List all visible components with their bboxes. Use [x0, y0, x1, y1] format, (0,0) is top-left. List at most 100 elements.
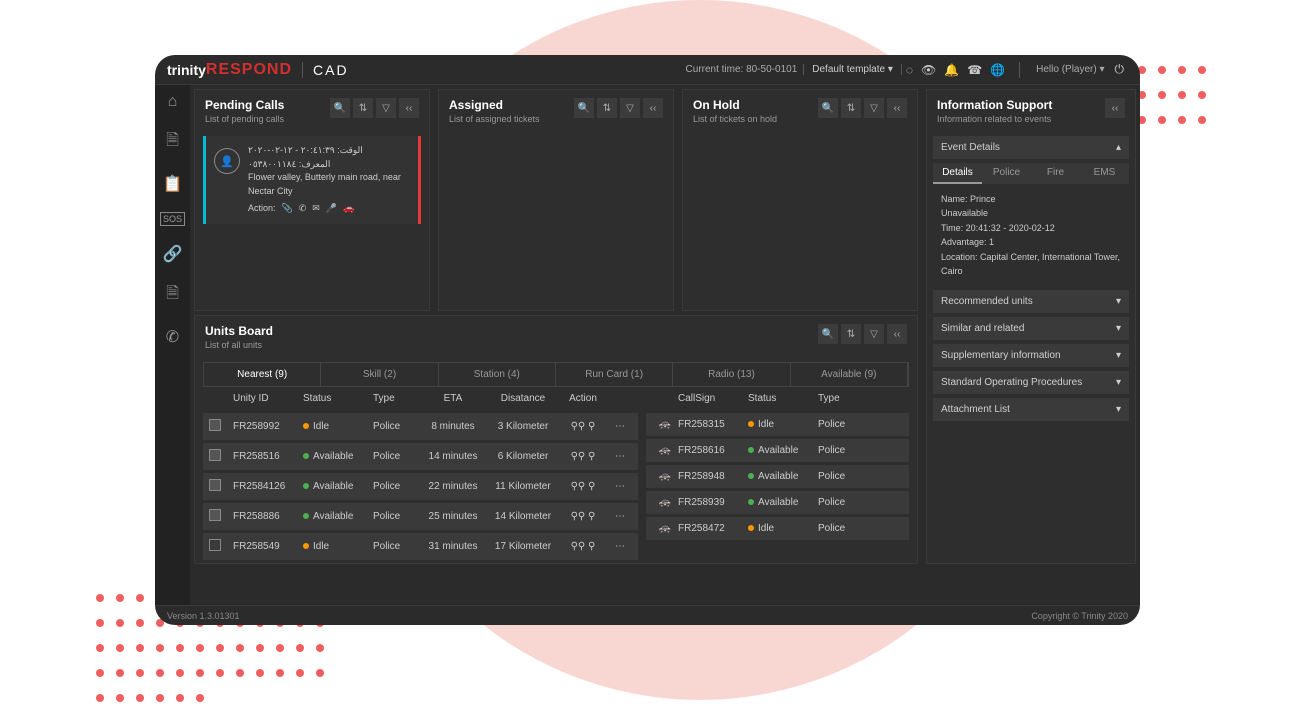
bulb-icon[interactable]: ◌ — [902, 63, 917, 77]
globe-icon[interactable]: 🌐 — [986, 63, 1009, 77]
sort-icon[interactable]: ⇅ — [841, 324, 861, 344]
acc-event[interactable]: Event Details▴ — [933, 136, 1129, 159]
sort-icon[interactable]: ⇅ — [353, 98, 373, 118]
phone-action-icon[interactable]: ✆ — [299, 202, 307, 216]
template-dropdown[interactable]: Default template ▾ — [803, 64, 902, 75]
collapse-icon[interactable]: ‹‹ — [887, 324, 907, 344]
vehicle-icon[interactable]: 🚗 — [343, 202, 354, 216]
sos-icon[interactable]: SOS — [160, 212, 185, 226]
search-icon[interactable]: 🔍 — [330, 98, 350, 118]
units-subtitle: List of all units — [205, 340, 818, 350]
tab-radio[interactable]: Radio (13) — [673, 363, 790, 386]
onhold-subtitle: List of tickets on hold — [693, 114, 818, 124]
tab-available[interactable]: Available (9) — [791, 363, 908, 386]
more-icon[interactable]: ⋯ — [608, 481, 632, 492]
locate-icon[interactable]: ⚲ — [588, 511, 595, 522]
footer: Version 1.3.01301 Copyright © Trinity 20… — [155, 605, 1140, 625]
locate-icon[interactable]: ⚲ — [588, 421, 595, 432]
more-icon[interactable]: ⋯ — [608, 451, 632, 462]
attach-icon[interactable]: 📎 — [282, 202, 293, 216]
checkbox[interactable] — [209, 479, 221, 491]
chevron-down-icon: ▾ — [1116, 404, 1121, 415]
search-icon[interactable]: 🔍 — [818, 324, 838, 344]
route-icon[interactable]: ⚲⚲ — [571, 481, 586, 492]
collapse-icon[interactable]: ‹‹ — [887, 98, 907, 118]
version: Version 1.3.01301 — [167, 611, 240, 621]
filter-icon[interactable]: ▽ — [864, 98, 884, 118]
table-row[interactable]: FR258549 Idle Police 31 minutes 17 Kilom… — [203, 533, 638, 560]
locate-icon[interactable]: ⚲ — [588, 481, 595, 492]
mic-icon[interactable]: 🎤 — [326, 202, 337, 216]
acc-attachment[interactable]: Attachment List▾ — [933, 398, 1129, 421]
sort-icon[interactable]: ⇅ — [841, 98, 861, 118]
filter-icon[interactable]: ▽ — [376, 98, 396, 118]
table-row[interactable]: FR258516 Available Police 14 minutes 6 K… — [203, 443, 638, 470]
info-subtitle: Information related to events — [937, 114, 1105, 124]
tab-police[interactable]: Police — [982, 163, 1031, 184]
phone-icon[interactable]: ☎ — [963, 63, 986, 77]
locate-icon[interactable]: ⚲ — [588, 541, 595, 552]
collapse-icon[interactable]: ‹‹ — [399, 98, 419, 118]
table-row[interactable]: 🚓 FR258315 Idle Police — [646, 413, 909, 436]
current-time: Current time: 80-50-0101 — [680, 64, 804, 75]
tab-nearest[interactable]: Nearest (9) — [204, 363, 321, 386]
info-title: Information Support — [937, 98, 1105, 112]
more-icon[interactable]: ⋯ — [608, 421, 632, 432]
checkbox[interactable] — [209, 419, 221, 431]
route-icon[interactable]: ⚲⚲ — [571, 511, 586, 522]
route-icon[interactable]: ⚲⚲ — [571, 541, 586, 552]
table-row[interactable]: 🚓 FR258472 Idle Police — [646, 517, 909, 540]
doc-export-icon[interactable]: 🗎 — [166, 282, 179, 309]
tab-runcard[interactable]: Run Card (1) — [556, 363, 673, 386]
table-row[interactable]: 🚓 FR258948 Available Police — [646, 465, 909, 488]
assigned-subtitle: List of assigned tickets — [449, 114, 574, 124]
units-tabs: Nearest (9) Skill (2) Station (4) Run Ca… — [203, 362, 909, 387]
table-row[interactable]: FR2584126 Available Police 22 minutes 11… — [203, 473, 638, 500]
tab-details[interactable]: Details — [933, 163, 982, 184]
user-greeting[interactable]: Hello (Player) ▾ — [1030, 64, 1110, 75]
call-card[interactable]: 👤 الوقت: ٢٠:٤١:٣٩ - ١٢-٠٢-٢٠٢٠ المعرف: ٠… — [203, 136, 421, 224]
table-row[interactable]: 🚓 FR258939 Available Police — [646, 491, 909, 514]
vehicle-icon: 🚓 — [652, 445, 678, 456]
collapse-icon[interactable]: ‹‹ — [643, 98, 663, 118]
bell-icon[interactable]: 🔔 — [940, 63, 963, 77]
search-icon[interactable]: 🔍 — [818, 98, 838, 118]
link-icon[interactable]: 🔗 — [163, 244, 183, 264]
checkbox[interactable] — [209, 539, 221, 551]
filter-icon[interactable]: ▽ — [864, 324, 884, 344]
tab-station[interactable]: Station (4) — [439, 363, 556, 386]
eye-icon[interactable]: 👁 — [917, 63, 940, 77]
mail-icon[interactable]: ✉ — [312, 202, 320, 216]
doc-add-icon[interactable]: 🗎 — [166, 129, 179, 156]
acc-supplementary[interactable]: Supplementary information▾ — [933, 344, 1129, 367]
tab-skill[interactable]: Skill (2) — [321, 363, 438, 386]
more-icon[interactable]: ⋯ — [608, 541, 632, 552]
collapse-icon[interactable]: ‹‹ — [1105, 98, 1125, 118]
call-icon[interactable]: ✆ — [166, 327, 179, 347]
clipboard-icon[interactable]: 📋 — [163, 174, 183, 194]
col-status: Status — [303, 393, 373, 404]
units-title: Units Board — [205, 324, 818, 338]
info-panel: Information Support Information related … — [926, 89, 1136, 564]
vehicle-icon: 🚓 — [652, 471, 678, 482]
acc-recommended[interactable]: Recommended units▾ — [933, 290, 1129, 313]
tab-ems[interactable]: EMS — [1080, 163, 1129, 184]
acc-similar[interactable]: Similar and related▾ — [933, 317, 1129, 340]
checkbox[interactable] — [209, 509, 221, 521]
locate-icon[interactable]: ⚲ — [588, 451, 595, 462]
table-row[interactable]: FR258886 Available Police 25 minutes 14 … — [203, 503, 638, 530]
call-address: Flower valley, Butterly main road, near … — [248, 171, 410, 198]
filter-icon[interactable]: ▽ — [620, 98, 640, 118]
table-row[interactable]: FR258992 Idle Police 8 minutes 3 Kilomet… — [203, 413, 638, 440]
table-row[interactable]: 🚓 FR258616 Available Police — [646, 439, 909, 462]
route-icon[interactable]: ⚲⚲ — [571, 421, 586, 432]
checkbox[interactable] — [209, 449, 221, 461]
power-icon[interactable]: ⏻ — [1111, 62, 1129, 77]
home-icon[interactable]: ⌂ — [168, 93, 178, 111]
acc-sop[interactable]: Standard Operating Procedures▾ — [933, 371, 1129, 394]
sort-icon[interactable]: ⇅ — [597, 98, 617, 118]
search-icon[interactable]: 🔍 — [574, 98, 594, 118]
more-icon[interactable]: ⋯ — [608, 511, 632, 522]
tab-fire[interactable]: Fire — [1031, 163, 1080, 184]
route-icon[interactable]: ⚲⚲ — [571, 451, 586, 462]
